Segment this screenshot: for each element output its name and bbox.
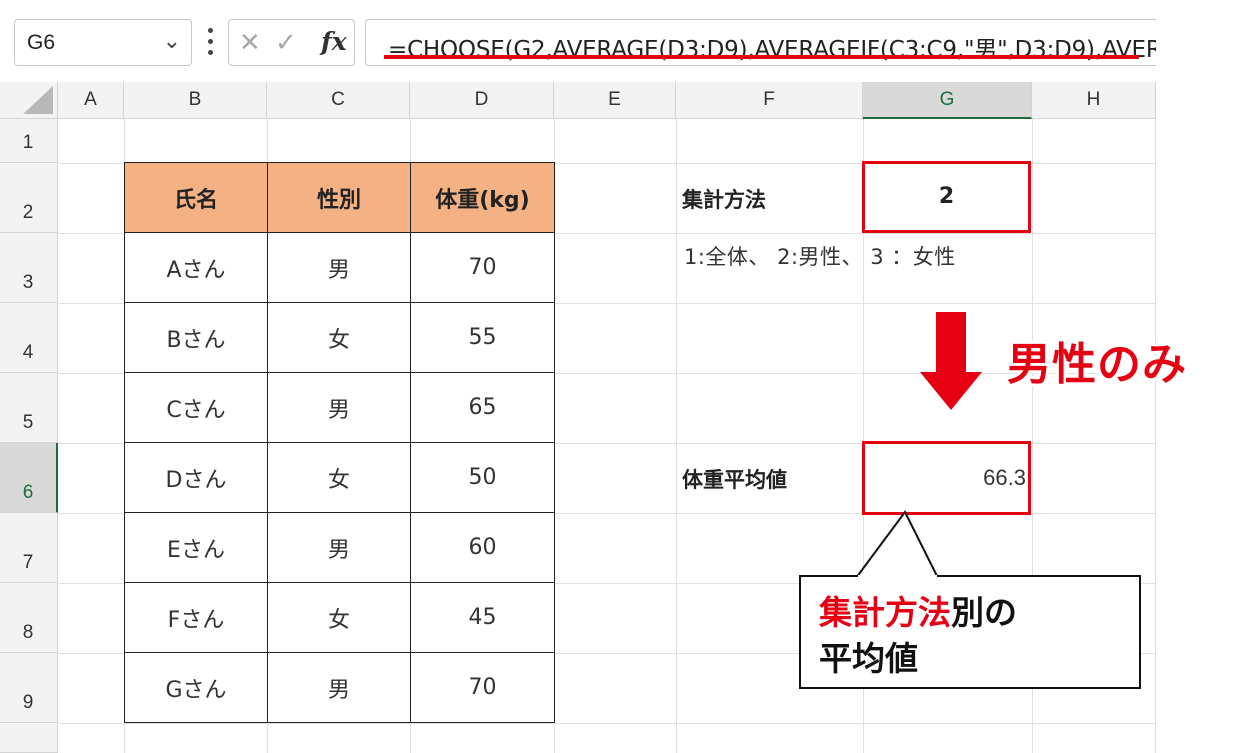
- cell-weight[interactable]: 55: [410, 302, 555, 373]
- cell-name[interactable]: Dさん: [124, 442, 268, 513]
- select-all-button[interactable]: [0, 82, 58, 119]
- callout-highlight: 集計方法: [819, 593, 951, 632]
- cell-gender[interactable]: 男: [267, 652, 411, 723]
- row-header-8[interactable]: 8: [0, 583, 58, 653]
- method-note[interactable]: 1:全体、 2:男性、 3 ：女性: [684, 241, 956, 271]
- cell-weight[interactable]: 70: [410, 652, 555, 723]
- column-header-f[interactable]: F: [676, 82, 863, 119]
- row-header-10[interactable]: [0, 723, 58, 753]
- callout-tail-join: [858, 575, 937, 578]
- cell-gender[interactable]: 女: [267, 442, 411, 513]
- cross-icon[interactable]: ✕: [239, 28, 261, 58]
- row-header-7[interactable]: 7: [0, 513, 58, 583]
- cell-weight[interactable]: 50: [410, 442, 555, 513]
- cell-gender[interactable]: 女: [267, 582, 411, 653]
- column-header-g[interactable]: G: [863, 82, 1032, 119]
- cell-weight[interactable]: 45: [410, 582, 555, 653]
- cell-name[interactable]: Gさん: [124, 652, 268, 723]
- row-header-4[interactable]: 4: [0, 303, 58, 373]
- name-box[interactable]: G6 ⌄: [14, 19, 192, 66]
- header-name[interactable]: 氏名: [124, 162, 268, 233]
- cell-gender[interactable]: 男: [267, 372, 411, 443]
- row-header-3[interactable]: 3: [0, 233, 58, 303]
- cell-name[interactable]: Aさん: [124, 232, 268, 303]
- column-header-c[interactable]: C: [267, 82, 410, 119]
- check-icon[interactable]: ✓: [275, 28, 297, 58]
- cell-gender[interactable]: 男: [267, 512, 411, 583]
- column-header-h[interactable]: H: [1032, 82, 1156, 119]
- chevron-down-icon[interactable]: ⌄: [163, 29, 181, 54]
- header-gender[interactable]: 性別: [267, 162, 411, 233]
- column-header-b[interactable]: B: [124, 82, 267, 119]
- callout-box: 集計方法別の 平均値: [799, 575, 1141, 689]
- cell-name[interactable]: Cさん: [124, 372, 268, 443]
- formula-bar: G6 ⌄ ✕ ✓ fx =CHOOSE(G2,AVERAGE(D3:D9),AV…: [0, 0, 1156, 82]
- row-header-5[interactable]: 5: [0, 373, 58, 443]
- row-header-6[interactable]: 6: [0, 443, 58, 513]
- cell-name[interactable]: Fさん: [124, 582, 268, 653]
- cell-gender[interactable]: 女: [267, 302, 411, 373]
- row-header-2[interactable]: 2: [0, 163, 58, 233]
- column-header-e[interactable]: E: [554, 82, 676, 119]
- cell-weight[interactable]: 65: [410, 372, 555, 443]
- callout-line-1: 集計方法別の: [819, 586, 1017, 634]
- method-value: 2: [938, 184, 955, 209]
- cell-gender[interactable]: 男: [267, 232, 411, 303]
- method-label[interactable]: 集計方法: [682, 184, 766, 214]
- cell-name[interactable]: Bさん: [124, 302, 268, 373]
- formula-actions: ✕ ✓ fx: [228, 19, 355, 66]
- column-header-d[interactable]: D: [410, 82, 554, 119]
- average-value: 66.3: [983, 465, 1026, 490]
- insert-function-icon[interactable]: fx: [321, 27, 347, 56]
- cell-name[interactable]: Eさん: [124, 512, 268, 583]
- cell-weight[interactable]: 70: [410, 232, 555, 303]
- row-header-1[interactable]: 1: [0, 119, 58, 163]
- row-header-9[interactable]: 9: [0, 653, 58, 723]
- callout-rest: 別の: [951, 593, 1017, 632]
- name-box-value: G6: [27, 31, 56, 54]
- cell-weight[interactable]: 60: [410, 512, 555, 583]
- callout-line-2: 平均値: [819, 639, 918, 678]
- average-label[interactable]: 体重平均値: [682, 464, 787, 494]
- more-options-icon[interactable]: [203, 22, 217, 62]
- header-weight[interactable]: 体重(kg): [410, 162, 555, 233]
- column-header-a[interactable]: A: [58, 82, 124, 119]
- formula-highlight-underline: [384, 55, 1139, 59]
- arrow-annotation-text: 男性のみ: [1007, 339, 1187, 390]
